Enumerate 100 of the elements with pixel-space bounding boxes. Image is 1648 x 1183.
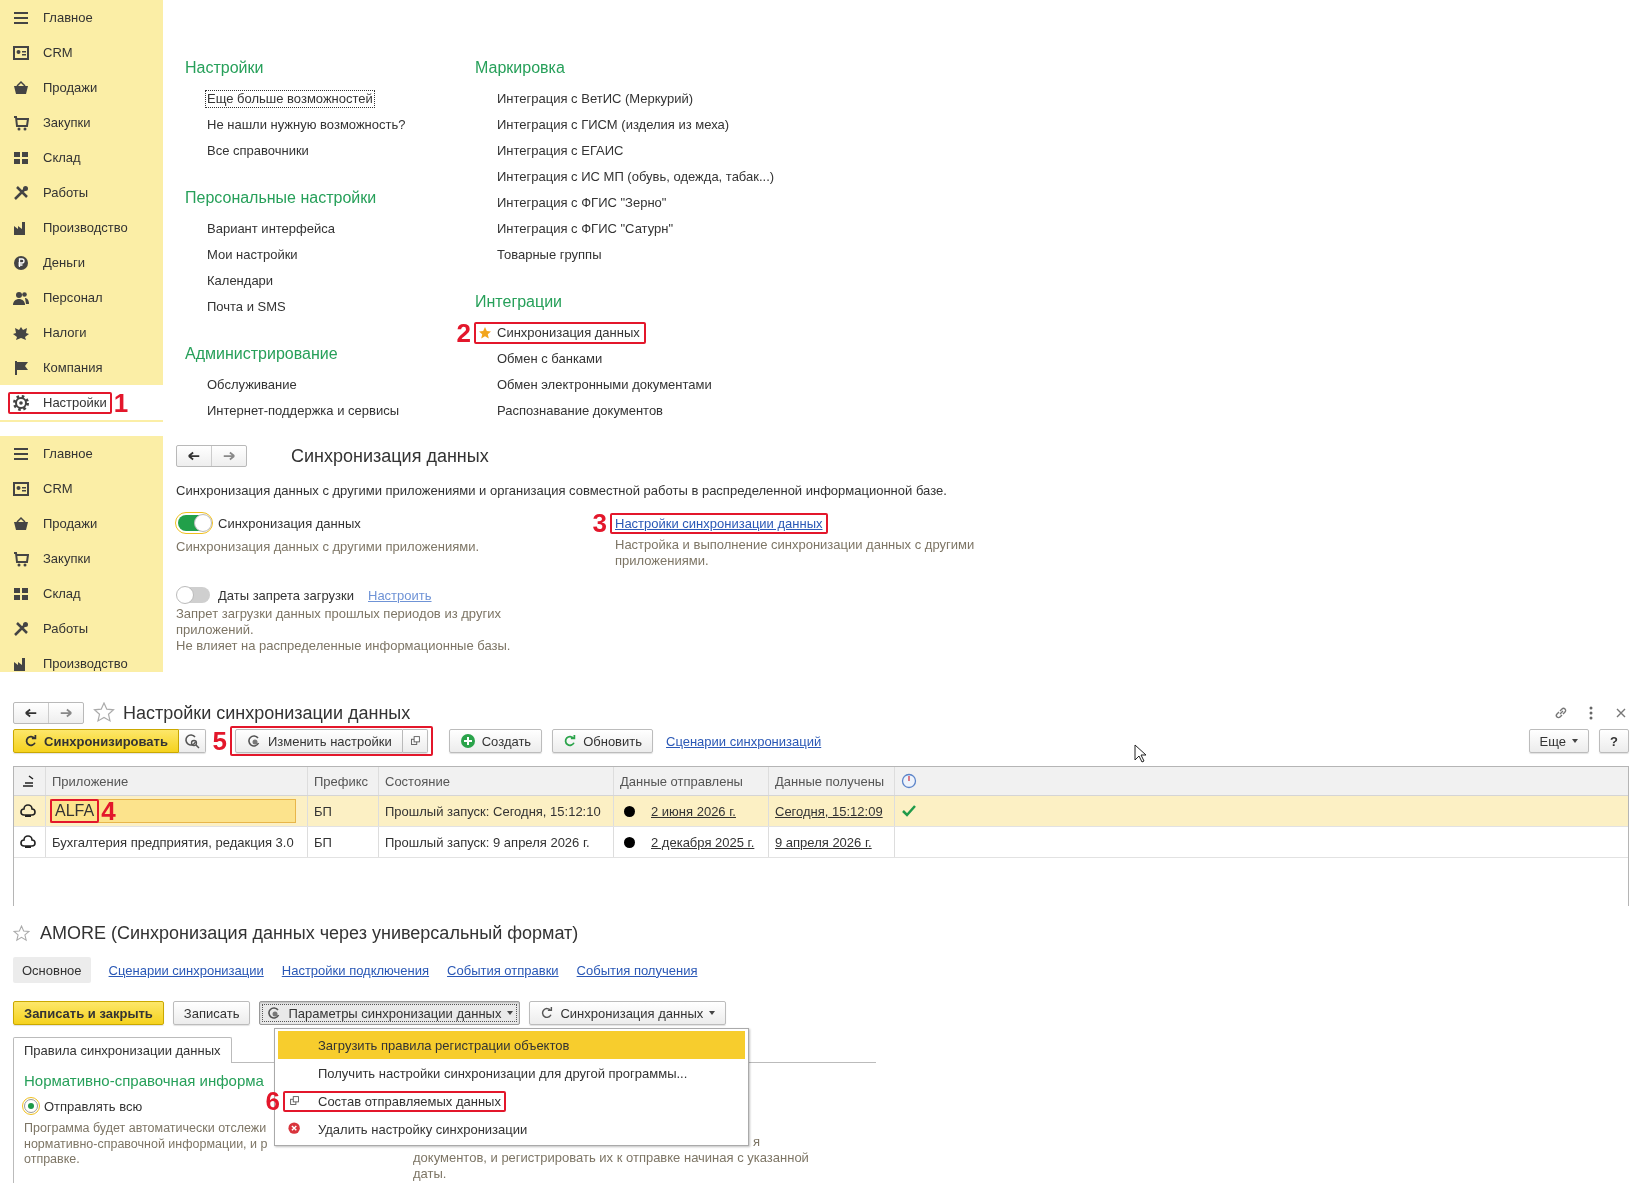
menu-link[interactable]: Распознавание документов: [496, 403, 665, 419]
menu-link[interactable]: Календари: [206, 273, 275, 289]
refresh-button[interactable]: Обновить: [552, 729, 653, 753]
menu-link[interactable]: Вариант интерфейса: [206, 221, 336, 237]
date-link[interactable]: 2 июня 2026 г.: [651, 803, 736, 819]
sync-button[interactable]: Синхронизировать: [13, 729, 179, 753]
create-button[interactable]: Создать: [448, 729, 543, 753]
menu-link[interactable]: Обмен с банками: [496, 351, 604, 367]
delete-icon: [288, 1122, 302, 1136]
save-and-close-button[interactable]: Записать и закрыть: [13, 1001, 164, 1025]
sidebar-item[interactable]: Главное: [0, 436, 163, 471]
sync-options-button[interactable]: [178, 729, 206, 753]
settings-icon: [13, 394, 29, 411]
column-header[interactable]: Данные отправлены: [614, 767, 769, 795]
sidebar-item[interactable]: Склад: [13, 149, 81, 166]
table-row[interactable]: ALFA 4 БП Прошлый запуск: Сегодня, 15:12:10 2 июня 2026 г. Сегодня, 15:12:09: [14, 796, 1628, 827]
basket-icon: [13, 79, 29, 96]
table-cell: БП: [308, 796, 379, 826]
sidebar-item[interactable]: Компания: [13, 359, 103, 376]
column-header[interactable]: Состояние: [379, 767, 614, 795]
sidebar-item[interactable]: Работы: [13, 184, 89, 201]
sidebar-item[interactable]: Продажи: [0, 506, 163, 541]
tab[interactable]: Основное: [13, 957, 91, 983]
sidebar-item[interactable]: Персонал: [13, 289, 103, 306]
tab[interactable]: События отправки: [447, 957, 559, 983]
clock-icon: [901, 773, 917, 789]
status-dot: [624, 836, 635, 848]
section-heading: Администрирование: [185, 344, 339, 364]
radio-label: Отправлять всю: [44, 1098, 143, 1114]
menu-link[interactable]: Синхронизация данных: [496, 325, 641, 341]
menu-link[interactable]: Не нашли нужную возможность?: [206, 117, 407, 133]
grid-icon: [13, 585, 29, 602]
menu-link[interactable]: Интеграция с ВетИС (Меркурий): [496, 91, 695, 107]
menu-link[interactable]: Еще больше возможностей: [206, 91, 374, 107]
sidebar-item[interactable]: CRM: [13, 44, 73, 61]
sidebar-item[interactable]: Деньги: [13, 254, 85, 271]
sidebar-item[interactable]: Настройки: [13, 394, 107, 411]
menu-link[interactable]: Обмен электронными документами: [496, 377, 713, 393]
section-heading: Интеграции: [475, 292, 564, 312]
menu-link[interactable]: Интеграция с ФГИС "Зерно": [496, 195, 668, 211]
menu-link[interactable]: Интеграция с ЕГАИС: [496, 143, 625, 159]
hint-text: Запрет загрузки данных прошлых периодов из других приложений.: [176, 606, 502, 638]
more-button[interactable]: Еще: [1528, 729, 1590, 753]
toggle-switch[interactable]: [178, 587, 210, 603]
sidebar-item[interactable]: Главное: [13, 9, 93, 26]
date-link[interactable]: 2 декабря 2025 г.: [651, 834, 755, 850]
menu-link[interactable]: Товарные группы: [496, 247, 603, 263]
sidebar-item[interactable]: Производство: [0, 646, 163, 672]
date-link[interactable]: 9 апреля 2026 г.: [775, 834, 872, 850]
edit-settings-button[interactable]: Изменить настройки: [234, 729, 403, 753]
menu-link[interactable]: Мои настройки: [206, 247, 299, 263]
menu-link[interactable]: Все справочники: [206, 143, 310, 159]
table-cell: Бухгалтерия предприятия, редакция 3.0: [46, 827, 308, 857]
sidebar-item[interactable]: Закупки: [13, 114, 91, 131]
refresh-icon: [563, 734, 578, 748]
column-header[interactable]: Префикс: [308, 767, 379, 795]
sidebar-item[interactable]: Закупки: [0, 541, 163, 576]
menu-link[interactable]: Интеграция с ИС МП (обувь, одежда, табак...): [496, 169, 776, 185]
menu-item[interactable]: Состав отправляемых данных: [318, 1093, 501, 1109]
input-field[interactable]: ALFA 4: [50, 799, 296, 823]
sidebar-item[interactable]: Работы: [0, 611, 163, 646]
sort-icon: [20, 773, 36, 789]
sync-parameters-button[interactable]: Параметры синхронизации данных: [259, 1001, 521, 1025]
sidebar-item[interactable]: Склад: [0, 576, 163, 611]
menu-icon: [13, 445, 29, 462]
tab[interactable]: Настройки подключения: [281, 957, 430, 983]
back-arrow-icon: [24, 706, 38, 720]
hint-text: я: [753, 1133, 761, 1150]
menu-link[interactable]: Обслуживание: [206, 377, 298, 393]
menu-link[interactable]: Интернет-поддержка и сервисы: [206, 403, 401, 419]
sidebar-item[interactable]: Продажи: [13, 79, 98, 96]
menu-link[interactable]: Интеграция с ГИСМ (изделия из меха): [496, 117, 731, 133]
table-cell: Прошлый запуск: Сегодня, 15:12:10: [379, 796, 614, 826]
table-cell: БП: [308, 827, 379, 857]
settings-link[interactable]: Настройки синхронизации данных: [615, 515, 823, 531]
menu-item[interactable]: Удалить настройку синхронизации: [318, 1121, 528, 1137]
scenarios-link[interactable]: Сценарии синхронизаций: [666, 733, 822, 749]
section-heading: Маркировка: [475, 58, 566, 78]
column-header[interactable]: Приложение: [46, 767, 308, 795]
section-heading: Нормативно-справочная информа: [24, 1071, 264, 1091]
save-button[interactable]: Записать: [172, 1001, 251, 1025]
menu-link[interactable]: Почта и SMS: [206, 299, 287, 315]
tab[interactable]: События получения: [576, 957, 698, 983]
help-button[interactable]: ?: [1599, 729, 1629, 753]
highlight-frame: [50, 799, 100, 823]
menu-item[interactable]: Получить настройки синхронизации для другой программы...: [318, 1065, 688, 1081]
open-window-button[interactable]: [402, 729, 428, 753]
cloud-icon: [20, 803, 36, 819]
menu-link[interactable]: Интеграция с ФГИС "Сатурн": [496, 221, 675, 237]
table-row[interactable]: Бухгалтерия предприятия, редакция 3.0 БП Прошлый запуск: 9 апреля 2026 г. 2 декабря 2025 г. 9 апреля 2026 г.: [14, 827, 1628, 858]
sidebar-item[interactable]: Производство: [13, 219, 128, 236]
data-sync-button[interactable]: Синхронизация данных: [529, 1001, 727, 1025]
toggle-switch[interactable]: [178, 515, 210, 531]
sidebar-item[interactable]: Налоги: [13, 324, 87, 341]
column-header[interactable]: Данные получены: [769, 767, 895, 795]
page-tab[interactable]: Правила синхронизации данных: [13, 1037, 232, 1063]
tab[interactable]: Сценарии синхронизации: [108, 957, 264, 983]
hint-text: документов, и регистрировать их к отправке начиная с указанной: [413, 1150, 809, 1166]
sidebar-item[interactable]: CRM: [0, 471, 163, 506]
date-link[interactable]: Сегодня, 15:12:09: [775, 803, 883, 819]
